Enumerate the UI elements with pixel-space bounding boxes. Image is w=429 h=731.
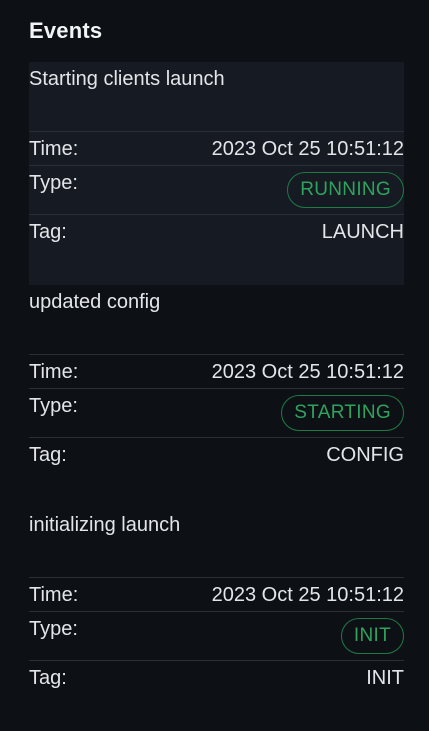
event-message: Starting clients launch bbox=[29, 68, 225, 90]
tag-value: CONFIG bbox=[326, 444, 404, 466]
tag-label: Tag: bbox=[29, 667, 67, 689]
event-tag-row: Tag: CONFIG bbox=[29, 437, 404, 508]
event-time-row: Time: 2023 Oct 25 10:51:12 bbox=[29, 354, 404, 388]
event-time-row: Time: 2023 Oct 25 10:51:12 bbox=[29, 577, 404, 611]
event-type-row: Type: INIT bbox=[29, 611, 404, 660]
time-value: 2023 Oct 25 10:51:12 bbox=[211, 584, 404, 606]
type-label: Type: bbox=[29, 172, 78, 194]
time-value: 2023 Oct 25 10:51:12 bbox=[211, 138, 404, 160]
time-label: Time: bbox=[29, 138, 79, 160]
event-item[interactable]: Starting clients launch Time: 2023 Oct 2… bbox=[29, 62, 404, 285]
tag-label: Tag: bbox=[29, 221, 67, 243]
type-label: Type: bbox=[29, 618, 78, 640]
event-time-row: Time: 2023 Oct 25 10:51:12 bbox=[29, 131, 404, 165]
event-tag-row: Tag: LAUNCH bbox=[29, 214, 404, 285]
event-message: initializing launch bbox=[29, 514, 181, 536]
time-label: Time: bbox=[29, 584, 79, 606]
time-label: Time: bbox=[29, 361, 79, 383]
event-tag-row: Tag: INIT bbox=[29, 660, 404, 731]
time-value: 2023 Oct 25 10:51:12 bbox=[211, 361, 404, 383]
tag-value: INIT bbox=[366, 667, 404, 689]
event-type-row: Type: RUNNING bbox=[29, 165, 404, 214]
panel-title: Events bbox=[29, 18, 103, 43]
status-badge: RUNNING bbox=[287, 172, 404, 208]
tag-label: Tag: bbox=[29, 444, 67, 466]
event-message: updated config bbox=[29, 291, 161, 313]
tag-value: LAUNCH bbox=[321, 221, 404, 243]
status-badge: STARTING bbox=[281, 395, 404, 431]
type-label: Type: bbox=[29, 395, 78, 417]
event-item[interactable]: initializing launch Time: 2023 Oct 25 10… bbox=[29, 508, 404, 731]
status-badge: INIT bbox=[340, 618, 404, 654]
event-item[interactable]: updated config Time: 2023 Oct 25 10:51:1… bbox=[29, 285, 404, 508]
event-type-row: Type: STARTING bbox=[29, 388, 404, 437]
